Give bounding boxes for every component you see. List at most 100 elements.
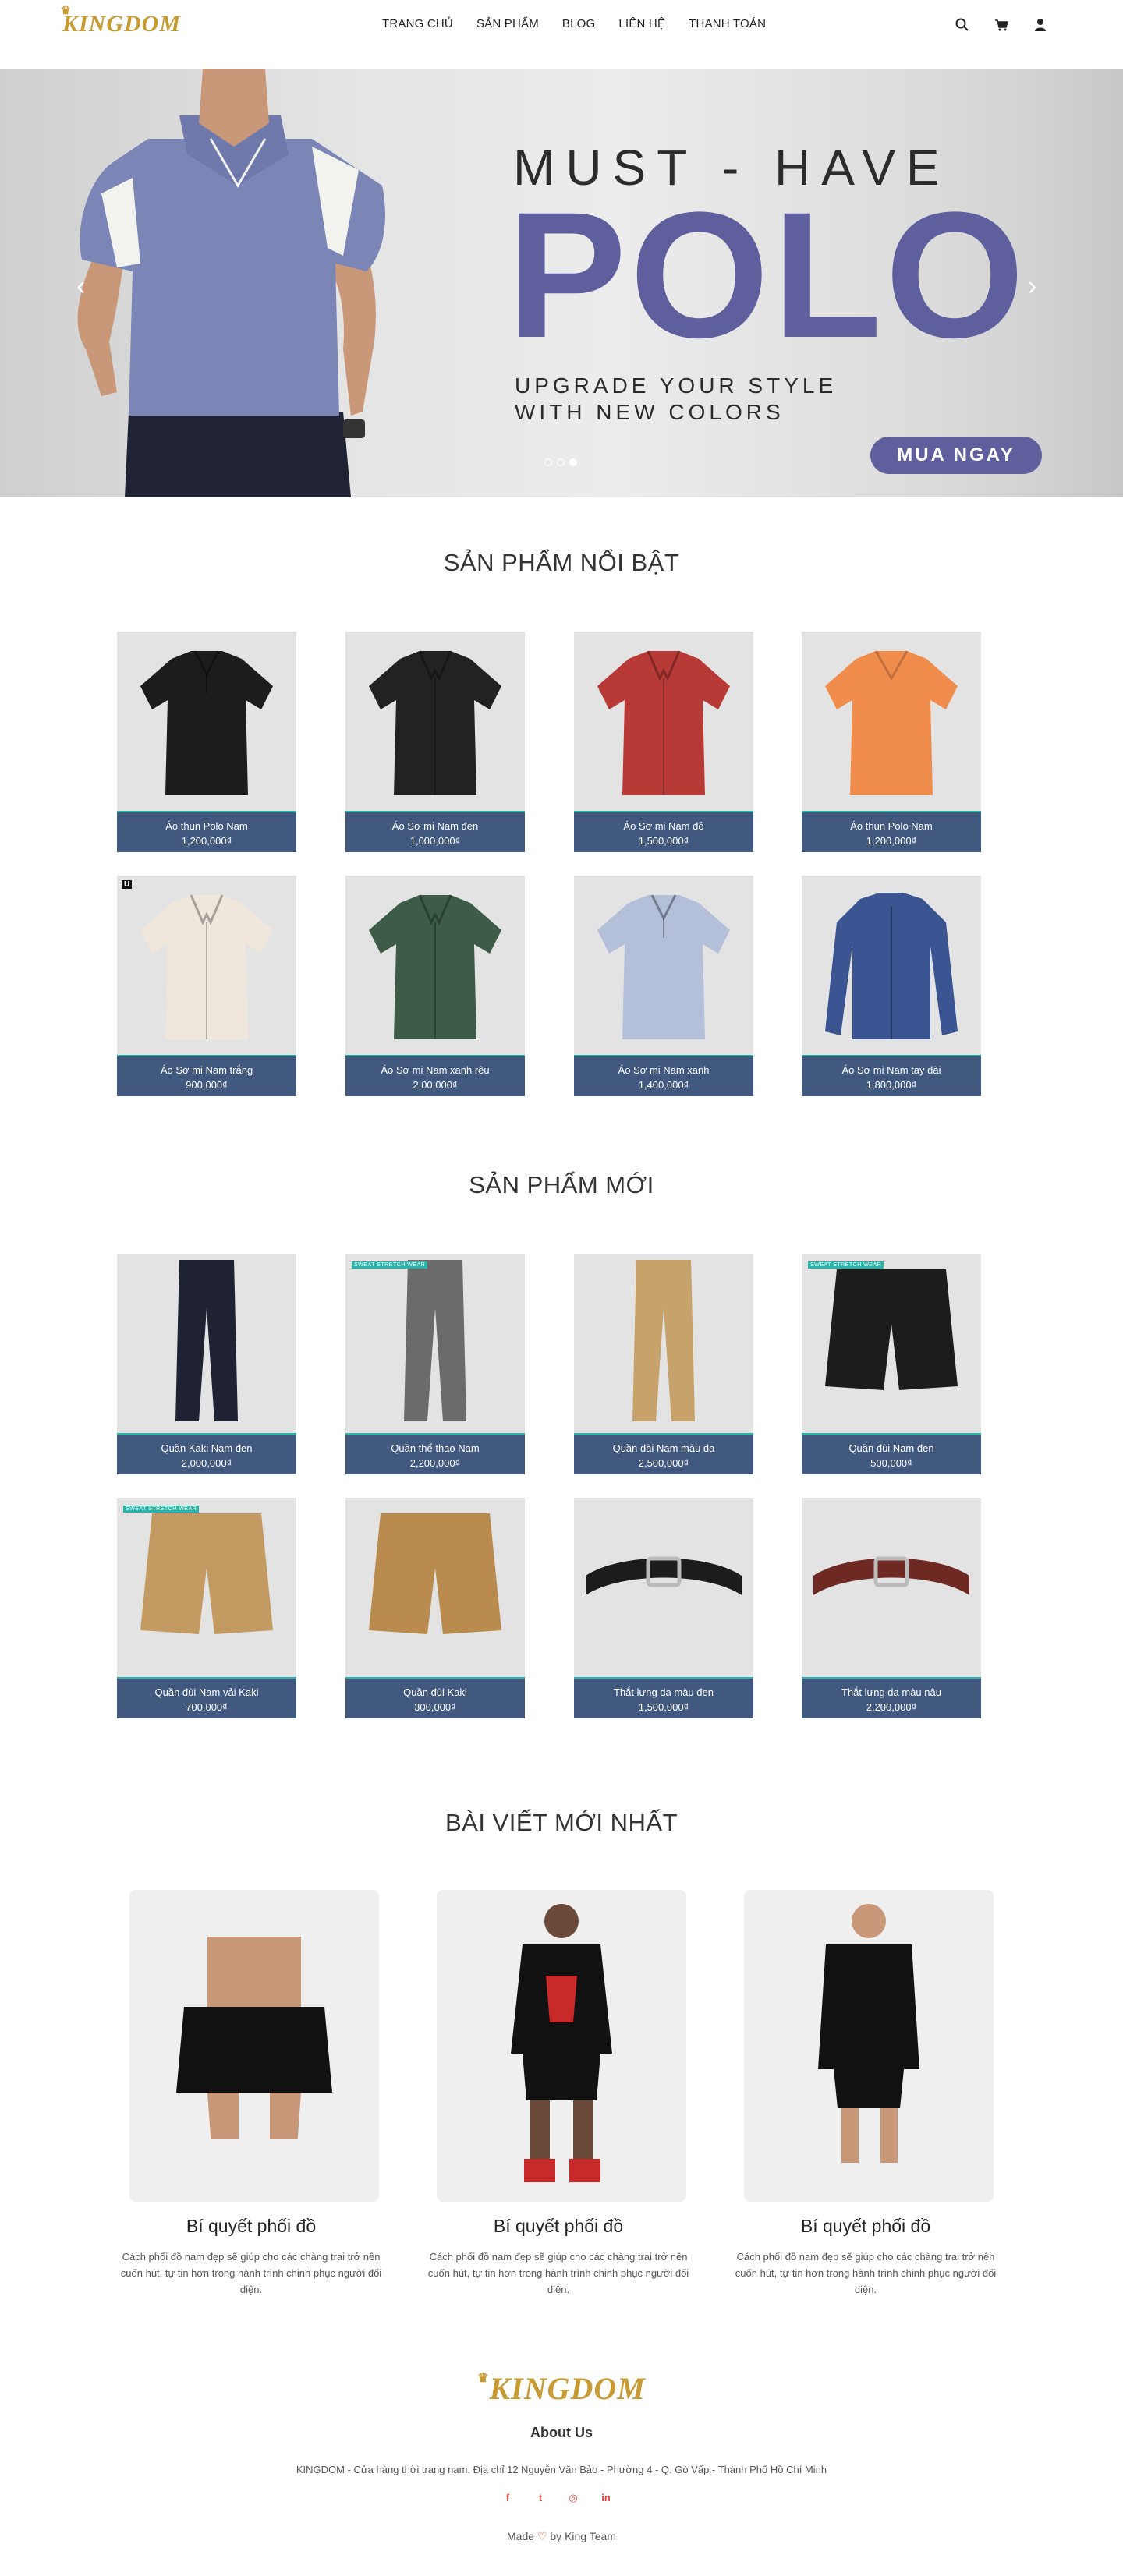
product-image[interactable]: [802, 876, 981, 1055]
product-image[interactable]: [345, 876, 525, 1055]
product-image[interactable]: [574, 1254, 753, 1433]
product-image[interactable]: [802, 632, 981, 811]
crown-icon: ♛: [61, 5, 72, 17]
cart-icon[interactable]: [994, 17, 1009, 33]
product-card[interactable]: Áo Sơ mi Nam đỏ 1,500,000₫: [574, 632, 753, 852]
product-card[interactable]: Áo thun Polo Nam 1,200,000₫: [117, 632, 296, 852]
product-card[interactable]: Thắt lưng da màu đen 1,500,000₫: [574, 1498, 753, 1718]
product-card[interactable]: Quần Kaki Nam đen 2,000,000₫: [117, 1254, 296, 1474]
product-caption[interactable]: Thắt lưng da màu đen 1,500,000₫: [574, 1677, 753, 1718]
product-image[interactable]: [802, 1254, 981, 1433]
search-icon[interactable]: [955, 17, 970, 33]
product-caption[interactable]: Áo Sơ mi Nam trắng 900,000₫: [117, 1055, 296, 1096]
product-price: 700,000₫: [186, 1701, 228, 1713]
hero-model-image: [77, 69, 385, 497]
nav-item-home[interactable]: TRANG CHỦ: [382, 17, 453, 30]
product-card[interactable]: Áo Sơ mi Nam xanh 1,400,000₫: [574, 876, 753, 1096]
blog-post-excerpt: Cách phối đồ nam đẹp sẽ giúp cho các chà…: [735, 2251, 997, 2295]
product-card[interactable]: Quần đùi Kaki 300,000₫: [345, 1498, 525, 1718]
carousel-dot[interactable]: [569, 458, 577, 466]
product-price: 2,200,000₫: [866, 1701, 917, 1713]
product-image[interactable]: [345, 1254, 525, 1433]
footer-logo[interactable]: ♛KINGDOM: [0, 2370, 1123, 2407]
product-caption[interactable]: Áo Sơ mi Nam xanh rêu 2,00,000₫: [345, 1055, 525, 1096]
product-card[interactable]: Áo Sơ mi Nam xanh rêu 2,00,000₫: [345, 876, 525, 1096]
product-card[interactable]: Thắt lưng da màu nâu 2,200,000₫: [802, 1498, 981, 1718]
product-caption[interactable]: Áo thun Polo Nam 1,200,000₫: [117, 811, 296, 852]
linkedin-icon[interactable]: in: [600, 2492, 611, 2504]
brand-logo[interactable]: ♛ KINGDOM: [61, 5, 181, 37]
product-image[interactable]: [345, 1498, 525, 1677]
product-card[interactable]: U Áo Sơ mi Nam trắng 900,000₫: [117, 876, 296, 1096]
product-price: 1,800,000₫: [866, 1079, 917, 1091]
product-name: Quần đùi Nam đen: [848, 1442, 934, 1454]
product-caption[interactable]: Quần thể thao Nam 2,200,000₫: [345, 1433, 525, 1474]
nav-item-blog[interactable]: BLOG: [562, 17, 595, 30]
product-price: 1,400,000₫: [638, 1079, 689, 1091]
product-card[interactable]: Áo Sơ mi Nam đen 1,000,000₫: [345, 632, 525, 852]
blog-post-image[interactable]: [744, 1890, 994, 2202]
footer-crown-icon: ♛: [477, 2372, 490, 2385]
blog-post-image[interactable]: [129, 1890, 379, 2202]
product-price: 1,500,000₫: [638, 835, 689, 847]
blog-post-title[interactable]: Bí quyết phối đồ: [418, 2216, 699, 2237]
product-caption[interactable]: Quần Kaki Nam đen 2,000,000₫: [117, 1433, 296, 1474]
blog-post-title[interactable]: Bí quyết phối đồ: [725, 2216, 1006, 2237]
product-image[interactable]: [117, 1254, 296, 1433]
brand-tag: U: [122, 880, 133, 889]
product-name: Áo thun Polo Nam: [165, 820, 248, 832]
heart-icon: ♡: [537, 2530, 547, 2542]
product-caption[interactable]: Áo Sơ mi Nam xanh 1,400,000₫: [574, 1055, 753, 1096]
product-card[interactable]: Áo thun Polo Nam 1,200,000₫: [802, 632, 981, 852]
product-price: 1,200,000₫: [866, 835, 917, 847]
product-image[interactable]: [117, 632, 296, 811]
product-caption[interactable]: Áo Sơ mi Nam đỏ 1,500,000₫: [574, 811, 753, 852]
product-image[interactable]: [345, 632, 525, 811]
product-caption[interactable]: Thắt lưng da màu nâu 2,200,000₫: [802, 1677, 981, 1718]
blog-post-title[interactable]: Bí quyết phối đồ: [111, 2216, 391, 2237]
twitter-icon[interactable]: t: [535, 2492, 546, 2504]
product-card[interactable]: Quần dài Nam màu da 2,500,000₫: [574, 1254, 753, 1474]
product-image[interactable]: [574, 1498, 753, 1677]
product-name: Thắt lưng da màu nâu: [841, 1686, 941, 1698]
product-price: 1,500,000₫: [638, 1701, 689, 1713]
product-image[interactable]: [117, 876, 296, 1055]
product-image[interactable]: [574, 876, 753, 1055]
facebook-icon[interactable]: f: [502, 2492, 513, 2504]
nav-item-contact[interactable]: LIÊN HỆ: [618, 17, 665, 30]
product-name: Áo Sơ mi Nam trắng: [160, 1064, 253, 1076]
blog-post-image[interactable]: [437, 1890, 686, 2202]
hero-subtitle: UPGRADE YOUR STYLE WITH NEW COLORS: [515, 373, 837, 426]
product-caption[interactable]: Quần dài Nam màu da 2,500,000₫: [574, 1433, 753, 1474]
product-caption[interactable]: Quần đùi Kaki 300,000₫: [345, 1677, 525, 1718]
carousel-dot[interactable]: [557, 458, 565, 466]
hero-prev-arrow[interactable]: ‹: [76, 271, 85, 302]
product-caption[interactable]: Áo thun Polo Nam 1,200,000₫: [802, 811, 981, 852]
product-name: Áo Sơ mi Nam tay dài: [841, 1064, 941, 1076]
buy-now-button[interactable]: MUA NGAY: [870, 437, 1042, 474]
hero-next-arrow[interactable]: ›: [1028, 271, 1036, 302]
product-caption[interactable]: Áo Sơ mi Nam đen 1,000,000₫: [345, 811, 525, 852]
made-by-credit: Made ♡ by King Team: [0, 2530, 1123, 2543]
instagram-icon[interactable]: ◎: [568, 2492, 579, 2504]
footer-brand-name: KINGDOM: [489, 2371, 646, 2406]
nav-item-checkout[interactable]: THANH TOÁN: [689, 17, 766, 30]
product-image[interactable]: [802, 1498, 981, 1677]
about-us-heading[interactable]: About Us: [0, 2425, 1123, 2441]
user-icon[interactable]: [1033, 17, 1048, 33]
product-card[interactable]: SWEAT STRETCH WEAR Quần đùi Nam đen 500,00…: [802, 1254, 981, 1474]
product-caption[interactable]: Quần đùi Nam vải Kaki 700,000₫: [117, 1677, 296, 1718]
carousel-dot[interactable]: [544, 458, 552, 466]
product-card[interactable]: SWEAT STRETCH WEAR Quần thể thao Nam 2,200…: [345, 1254, 525, 1474]
product-card[interactable]: SWEAT STRETCH WEAR Quần đùi Nam vải Kaki 7…: [117, 1498, 296, 1718]
nav-item-products[interactable]: SẢN PHẨM: [476, 17, 539, 30]
product-card[interactable]: Áo Sơ mi Nam tay dài 1,800,000₫: [802, 876, 981, 1096]
made-suffix: by King Team: [550, 2530, 616, 2542]
product-image[interactable]: [574, 632, 753, 811]
product-image[interactable]: [117, 1498, 296, 1677]
header: ♛ KINGDOM TRANG CHỦ SẢN PHẨM BLOG LIÊN H…: [0, 0, 1123, 69]
product-caption[interactable]: Áo Sơ mi Nam tay dài 1,800,000₫: [802, 1055, 981, 1096]
blog-title: BÀI VIẾT MỚI NHẤT: [445, 1809, 678, 1836]
product-caption[interactable]: Quần đùi Nam đen 500,000₫: [802, 1433, 981, 1474]
new-products-title: SẢN PHẨM MỚI: [469, 1171, 654, 1198]
